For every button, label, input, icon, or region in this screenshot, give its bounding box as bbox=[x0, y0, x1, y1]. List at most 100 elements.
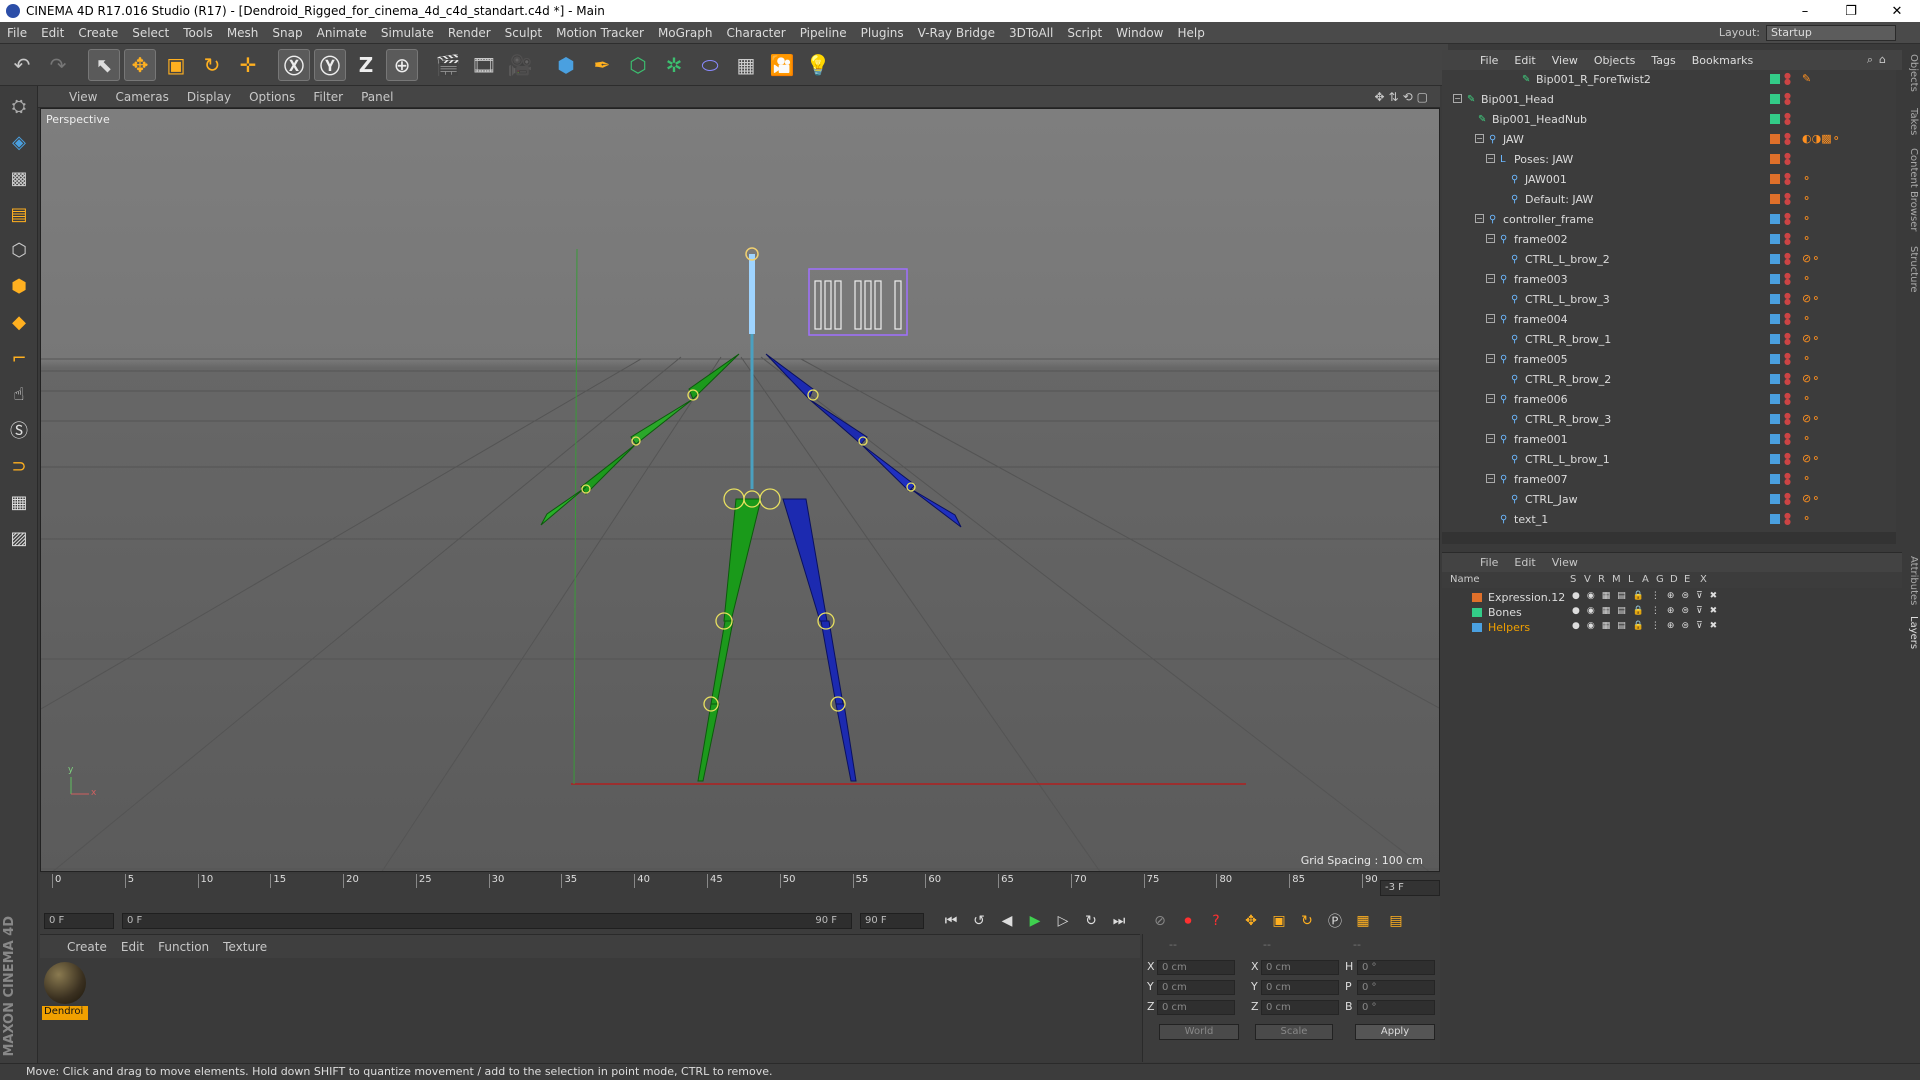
coord-z-size-field[interactable]: 0 cm bbox=[1261, 1000, 1339, 1015]
layer-row[interactable]: Expression.12 ●◉▦▤🔒⋮⊕⊜⊽✖ bbox=[1442, 590, 1902, 605]
viewport-perspective[interactable]: y x Perspective Grid Spacing : 100 cm bbox=[40, 108, 1440, 872]
menu-vray-bridge[interactable]: V-Ray Bridge bbox=[911, 26, 1002, 40]
solo-mode-icon[interactable]: Ⓢ bbox=[3, 414, 35, 446]
go-to-previous-key-icon[interactable]: ↺ bbox=[968, 911, 990, 931]
visibility-dots-icon[interactable]: ● ● bbox=[1784, 272, 1791, 286]
layer-row[interactable]: Bones ●◉▦▤🔒⋮⊕⊜⊽✖ bbox=[1442, 605, 1902, 620]
coord-mode-select[interactable]: Scale bbox=[1255, 1024, 1333, 1040]
autokeying-icon[interactable]: ⏺ bbox=[1177, 911, 1199, 931]
spline-pen-icon[interactable]: ✒ bbox=[586, 49, 618, 81]
visibility-dots-icon[interactable]: ● ● bbox=[1784, 72, 1791, 86]
object-row[interactable]: ⚲ CTRL_R_brow_3 ● ● ⊘⚬ bbox=[1442, 410, 1896, 430]
visibility-dots-icon[interactable]: ● ● bbox=[1784, 292, 1791, 306]
layer-menu-file[interactable]: File bbox=[1472, 556, 1506, 569]
menu-sculpt[interactable]: Sculpt bbox=[498, 26, 549, 40]
record-active-objects-icon[interactable]: ⊘ bbox=[1149, 911, 1171, 931]
visibility-dots-icon[interactable]: ● ● bbox=[1784, 372, 1791, 386]
tab-structure[interactable]: Structure bbox=[1903, 246, 1919, 293]
face-controller-frame[interactable] bbox=[808, 268, 908, 336]
layer-color-swatch[interactable] bbox=[1770, 394, 1780, 404]
object-tags-icon[interactable]: ⚬ bbox=[1802, 233, 1811, 245]
object-row[interactable]: ⚲ JAW001 ● ● ⚬ bbox=[1442, 170, 1896, 190]
snap-icon[interactable]: ⊃ bbox=[3, 450, 35, 482]
visibility-dots-icon[interactable]: ● ● bbox=[1784, 512, 1791, 526]
timeline-window-icon[interactable]: ▤ bbox=[1385, 911, 1407, 931]
right-upper-arm-bone[interactable] bbox=[765, 353, 814, 400]
visibility-dots-icon[interactable]: ● ● bbox=[1784, 132, 1791, 146]
visibility-dots-icon[interactable]: ● ● bbox=[1784, 452, 1791, 466]
expand-toggle-icon[interactable]: − bbox=[1486, 314, 1495, 323]
left-hand-bone[interactable] bbox=[540, 486, 587, 526]
expand-toggle-icon[interactable]: − bbox=[1486, 234, 1495, 243]
menu-render[interactable]: Render bbox=[441, 26, 498, 40]
current-frame-field[interactable]: -3 F bbox=[1380, 880, 1440, 896]
locked-workplane-icon[interactable]: ▨ bbox=[3, 522, 35, 554]
coord-x-pos-field[interactable]: 0 cm bbox=[1157, 960, 1235, 975]
material-menu-texture[interactable]: Texture bbox=[216, 940, 274, 954]
viewport-menu-panel[interactable]: Panel bbox=[352, 90, 402, 104]
object-tags-icon[interactable]: ⊘⚬ bbox=[1802, 293, 1820, 305]
layer-menu-edit[interactable]: Edit bbox=[1506, 556, 1543, 569]
layer-color-swatch[interactable] bbox=[1472, 593, 1482, 602]
object-row[interactable]: − ⚲ frame004 ● ● ⚬ bbox=[1442, 310, 1896, 330]
visibility-dots-icon[interactable]: ● ● bbox=[1784, 332, 1791, 346]
visibility-dots-icon[interactable]: ● ● bbox=[1784, 92, 1791, 106]
frame-range-slider[interactable]: 0 F 90 F bbox=[122, 913, 852, 929]
maximize-button[interactable]: ❐ bbox=[1828, 4, 1874, 19]
visibility-dots-icon[interactable]: ● ● bbox=[1784, 312, 1791, 326]
layer-color-swatch[interactable] bbox=[1770, 354, 1780, 364]
expand-toggle-icon[interactable]: − bbox=[1486, 154, 1495, 163]
layer-color-swatch[interactable] bbox=[1770, 374, 1780, 384]
subdivision-surface-icon[interactable]: ⬡ bbox=[622, 49, 654, 81]
edges-mode-icon[interactable]: ⬢ bbox=[3, 270, 35, 302]
menu-window[interactable]: Window bbox=[1109, 26, 1170, 40]
object-tags-icon[interactable]: ⚬ bbox=[1802, 213, 1811, 225]
object-row[interactable]: ⚲ text_1 ● ● ⚬ bbox=[1442, 510, 1896, 530]
object-row[interactable]: ⚲ CTRL_R_brow_2 ● ● ⊘⚬ bbox=[1442, 370, 1896, 390]
menu-3dtoall[interactable]: 3DToAll bbox=[1002, 26, 1060, 40]
object-menu-objects[interactable]: Objects bbox=[1586, 54, 1644, 67]
visibility-dots-icon[interactable]: ● ● bbox=[1784, 232, 1791, 246]
coord-h-field[interactable]: 0 ° bbox=[1357, 960, 1435, 975]
object-tags-icon[interactable]: ◐◑▩⚬ bbox=[1802, 133, 1841, 145]
object-row[interactable]: ⚲ CTRL_L_brow_1 ● ● ⊘⚬ bbox=[1442, 450, 1896, 470]
left-foot-bone[interactable] bbox=[697, 703, 720, 782]
left-thigh-bone[interactable] bbox=[723, 498, 762, 622]
object-tags-icon[interactable]: ⚬ bbox=[1802, 513, 1811, 525]
object-menu-edit[interactable]: Edit bbox=[1506, 54, 1543, 67]
tweak-mode-icon[interactable]: ☝ bbox=[3, 378, 35, 410]
layer-color-swatch[interactable] bbox=[1770, 274, 1780, 284]
object-row[interactable]: ⚲ CTRL_R_brow_1 ● ● ⊘⚬ bbox=[1442, 330, 1896, 350]
expand-toggle-icon[interactable]: − bbox=[1486, 394, 1495, 403]
menu-mesh[interactable]: Mesh bbox=[220, 26, 266, 40]
render-view-icon[interactable]: 🎬 bbox=[432, 49, 464, 81]
object-row[interactable]: − ⚲ frame005 ● ● ⚬ bbox=[1442, 350, 1896, 370]
visibility-dots-icon[interactable]: ● ● bbox=[1784, 212, 1791, 226]
timeline-ruler[interactable]: 0 5 10 15 20 25 30 35 40 45 50 55 60 65 70 75 80 85 90 -3 … bbox=[40, 874, 1440, 908]
object-tags-icon[interactable]: ⚬ bbox=[1802, 173, 1811, 185]
object-tags-icon[interactable]: ⊘⚬ bbox=[1802, 413, 1820, 425]
menu-script[interactable]: Script bbox=[1060, 26, 1109, 40]
end-frame-field[interactable]: 90 F bbox=[860, 913, 924, 929]
object-row[interactable]: ⚲ CTRL_L_brow_2 ● ● ⊘⚬ bbox=[1442, 250, 1896, 270]
object-tags-icon[interactable]: ⚬ bbox=[1802, 433, 1811, 445]
go-to-start-icon[interactable]: ⏮ bbox=[940, 911, 962, 931]
coord-x-size-field[interactable]: 0 cm bbox=[1261, 960, 1339, 975]
expand-toggle-icon[interactable]: − bbox=[1453, 94, 1462, 103]
layer-color-swatch[interactable] bbox=[1770, 134, 1780, 144]
visibility-dots-icon[interactable]: ● ● bbox=[1784, 192, 1791, 206]
viewport-menu-display[interactable]: Display bbox=[178, 90, 240, 104]
tab-layers[interactable]: Layers bbox=[1903, 616, 1919, 649]
menu-help[interactable]: Help bbox=[1170, 26, 1211, 40]
visibility-dots-icon[interactable]: ● ● bbox=[1784, 172, 1791, 186]
object-row[interactable]: − ⚲ frame003 ● ● ⚬ bbox=[1442, 270, 1896, 290]
layer-color-swatch[interactable] bbox=[1770, 414, 1780, 424]
object-row[interactable]: − Ⅼ Poses: JAW ● ● bbox=[1442, 150, 1896, 170]
menu-snap[interactable]: Snap bbox=[265, 26, 309, 40]
layer-color-swatch[interactable] bbox=[1770, 314, 1780, 324]
viewport-menu-view[interactable]: View bbox=[60, 90, 106, 104]
layer-color-swatch[interactable] bbox=[1770, 494, 1780, 504]
expand-toggle-icon[interactable]: − bbox=[1486, 274, 1495, 283]
menu-character[interactable]: Character bbox=[719, 26, 792, 40]
coord-b-field[interactable]: 0 ° bbox=[1357, 1000, 1435, 1015]
